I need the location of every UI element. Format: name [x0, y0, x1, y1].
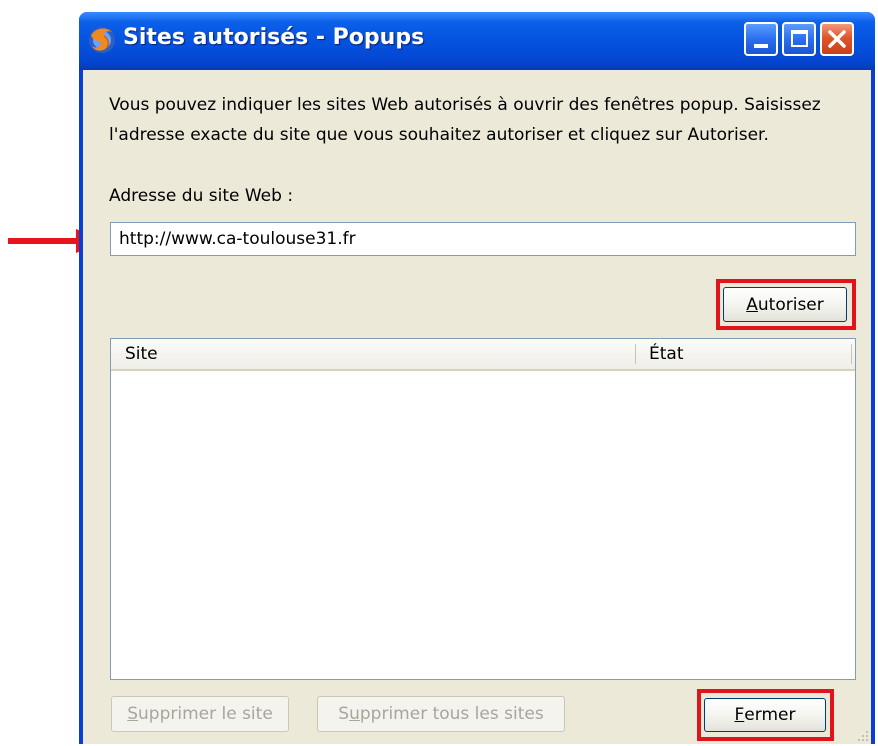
address-label: Adresse du site Web :	[109, 186, 294, 206]
remove-all-access-key: u	[349, 704, 360, 724]
close-label: ermer	[744, 705, 796, 725]
column-divider[interactable]	[635, 344, 636, 364]
dialog-body: Vous pouvez indiquer les sites Web autor…	[83, 70, 871, 744]
minimize-icon	[754, 44, 768, 48]
remove-all-sites-button[interactable]: Su pprimer tous les sites	[317, 696, 565, 732]
firefox-icon	[89, 27, 115, 53]
close-button[interactable]: Fermer	[704, 698, 826, 732]
remove-all-prefix: S	[338, 704, 350, 724]
title-bar[interactable]: Sites autorisés - Popups	[79, 12, 875, 70]
remove-all-label: pprimer tous les sites	[359, 704, 544, 724]
remove-site-label: upprimer le site	[138, 704, 273, 724]
allow-label: utoriser	[757, 294, 824, 315]
close-window-button[interactable]	[820, 22, 854, 56]
column-header-site[interactable]: Site	[125, 344, 158, 364]
resize-grip-icon[interactable]	[855, 728, 869, 742]
allow-button[interactable]: Autoriser	[723, 287, 847, 322]
screenshot-stage: Sites autorisés - Popups Vous pouvez ind…	[0, 0, 878, 746]
column-divider[interactable]	[851, 344, 852, 364]
close-access-key: F	[734, 705, 745, 725]
remove-site-button[interactable]: Supprimer le site	[111, 696, 289, 732]
website-address-input[interactable]	[110, 222, 856, 256]
window-title: Sites autorisés - Popups	[123, 25, 425, 50]
list-header: Site État	[111, 339, 855, 371]
description-text: Vous pouvez indiquer les sites Web autor…	[109, 95, 821, 145]
remove-site-access-key: S	[127, 704, 138, 724]
column-header-status[interactable]: État	[649, 344, 684, 364]
maximize-icon	[791, 30, 808, 47]
allow-access-key: A	[746, 294, 758, 315]
sites-list[interactable]: Site État	[110, 338, 856, 680]
maximize-button[interactable]	[782, 22, 816, 56]
minimize-button[interactable]	[744, 22, 778, 56]
close-icon	[828, 30, 846, 48]
dialog-window: Sites autorisés - Popups Vous pouvez ind…	[79, 12, 875, 744]
